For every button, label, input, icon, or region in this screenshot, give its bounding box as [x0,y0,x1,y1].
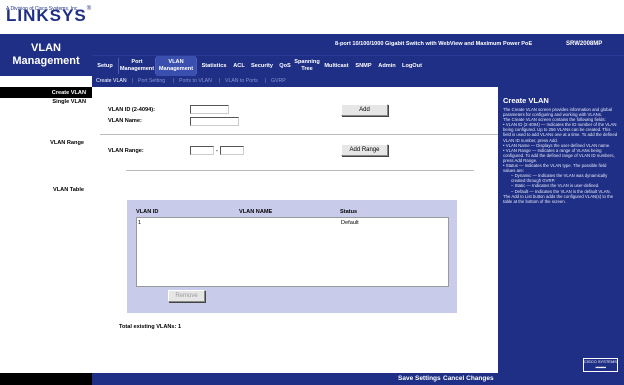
tab-statistics[interactable]: Statistics [197,56,231,76]
tab-security[interactable]: Security [247,56,277,76]
tab-admin[interactable]: Admin [375,56,399,76]
footer-bar [92,373,624,385]
label-single-vlan: Single VLAN [52,99,86,105]
add-range-button[interactable]: Add Range [341,144,388,156]
header: LINKSYS® A Division of Cisco Systems, In… [0,0,624,34]
add-button[interactable]: Add [341,104,388,116]
vlan-id-input[interactable] [190,105,229,114]
left-labels: Create VLAN Single VLAN VLAN Range VLAN … [0,87,92,373]
product-model: SRW2008MP [566,41,603,47]
help-paragraph: • VLAN ID (2-4094) — Indicates the ID nu… [503,122,618,143]
help-paragraph: • VLAN Range — Indicates a range of VLAN… [503,147,615,163]
col-header-vlan-name: VLAN NAME [239,209,273,215]
brand-reg: ® [86,6,92,12]
save-settings-button[interactable]: Save Settings [398,375,441,382]
tab-spanning-tree[interactable]: Spanning Tree [293,56,321,76]
subtab-separator: | [132,78,134,84]
help-paragraph: • VLAN Name — Displays the user-defined … [503,142,611,148]
col-header-vlan-id: VLAN ID [136,209,159,215]
label-create-vlan: Create VLAN [51,90,86,96]
label-vlan-table: VLAN Table [53,187,84,193]
help-paragraph: The Create VLAN screen provides informat… [503,107,612,118]
tab-logout[interactable]: LogOut [399,56,425,76]
cell-status: Default [341,220,359,226]
main-tabs: Setup Port Management VLAN Management St… [92,56,624,76]
tab-vlan-management[interactable]: VLAN Management [156,56,196,76]
sub-tabs: Create VLAN | Port Setting | Ports to VL… [92,76,624,87]
vlan-range-to-input[interactable] [220,146,244,155]
help-paragraph: • Status — Indicates the VLAN type. The … [503,163,607,174]
tab-setup[interactable]: Setup [92,56,118,76]
help-title: Create VLAN [503,96,549,105]
vlan-list[interactable]: 1 Default [136,217,449,287]
section-title-line2: Management [12,55,80,67]
cancel-changes-button[interactable]: Cancel Changes [443,375,494,382]
col-header-status: Status [340,209,358,215]
help-body: The Create VLAN screen provides informat… [503,107,619,204]
subtab-gvrp[interactable]: GVRP [271,78,286,84]
section-title-line1: VLAN [31,42,61,54]
tab-acl[interactable]: ACL [231,56,247,76]
section-title-panel: VLAN Management [0,34,92,76]
help-paragraph: – Dynamic — Indicates the VLAN was dynam… [511,173,608,184]
tab-qos[interactable]: QoS [277,56,293,76]
tab-multicast[interactable]: Multicast [321,56,352,76]
remove-button[interactable]: Remove [168,290,205,302]
cisco-bars-icon: ▪▪▪▪▪▪▪▪ [595,365,606,371]
cisco-systems-logo: CISCO SYSTEMS ▪▪▪▪▪▪▪▪ [583,358,618,372]
vlan-range-label: VLAN Range: [108,148,144,154]
divider [100,134,498,135]
brand-tagline: A Division of Cisco Systems, Inc. [6,6,79,12]
subtab-separator: | [219,78,221,84]
divider [126,170,474,171]
tab-snmp[interactable]: SNMP [352,56,375,76]
cell-vlan-id: 1 [138,220,142,226]
product-bar: 8-port 10/100/1000 Gigabit Switch with W… [92,34,624,56]
help-paragraph: The Add to List button adds the configur… [503,193,614,204]
label-vlan-range: VLAN Range [50,140,84,146]
linksys-logo: LINKSYS® A Division of Cisco Systems, In… [6,6,91,26]
tab-port-management[interactable]: Port Management [119,56,155,76]
total-vlans: Total existing VLANs: 1 [119,324,182,330]
vlan-range-from-input[interactable] [190,146,214,155]
subtab-create-vlan[interactable]: Create VLAN [96,78,127,84]
vlan-name-input[interactable] [190,117,239,126]
help-paragraph: – Default — Indicates the VLAN is the de… [511,188,611,194]
range-dash: - [216,148,218,154]
product-title: 8-port 10/100/1000 Gigabit Switch with W… [335,41,533,47]
vlan-name-label: VLAN Name: [108,118,142,124]
subtab-port-setting[interactable]: Port Setting [138,78,165,84]
subtab-ports-to-vlan[interactable]: Ports to VLAN [179,78,212,84]
vlan-id-label: VLAN ID (2-4094): [108,107,155,113]
help-panel: Create VLAN The Create VLAN screen provi… [498,87,624,373]
subtab-separator: | [265,78,267,84]
subtab-vlan-to-ports[interactable]: VLAN to Ports [225,78,258,84]
subtab-separator: | [173,78,175,84]
